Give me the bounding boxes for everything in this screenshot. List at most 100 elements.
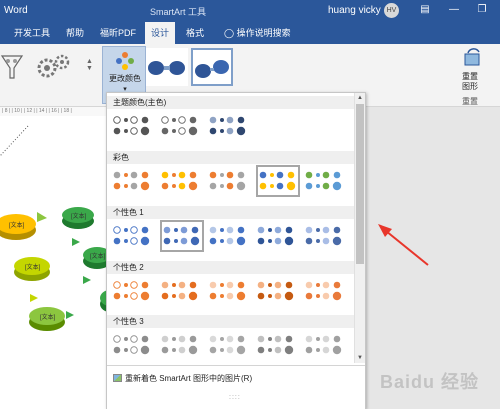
color-option[interactable]	[208, 167, 252, 195]
swatch-dot	[316, 348, 320, 352]
color-option[interactable]	[208, 112, 252, 140]
swatch-dot	[190, 236, 200, 246]
title-bar: Word SmartArt 工具 huang vicky HV ▤ — ❐	[0, 0, 500, 22]
tell-me-box[interactable]: ◯ 操作说明搜索	[218, 22, 297, 44]
swatch-dot	[189, 335, 197, 343]
smartart-node-5[interactable]: [文本]	[83, 247, 111, 269]
color-option-hovered[interactable]	[160, 220, 204, 252]
color-option[interactable]	[256, 277, 300, 305]
swatch-dot	[226, 116, 234, 124]
document-canvas[interactable]: [文本] [文本] [文本] [文本] [文本]	[0, 116, 120, 409]
swatch-dot	[113, 171, 121, 179]
color-option[interactable]	[304, 277, 348, 305]
swatch-dot	[130, 237, 138, 245]
color-option[interactable]	[112, 331, 156, 359]
swatch-dot	[130, 281, 138, 289]
smartart-style-thumb-2[interactable]	[191, 48, 233, 86]
swatch-dot	[178, 292, 186, 300]
smartart-node-2[interactable]: [文本]	[14, 257, 50, 281]
color-option[interactable]	[160, 277, 204, 305]
swatch-dot	[220, 228, 224, 232]
color-option[interactable]	[256, 331, 300, 359]
swatch-dot	[141, 171, 149, 179]
swatch-dot	[305, 335, 313, 343]
swatch-dot	[163, 237, 171, 245]
swatch-dot	[226, 226, 234, 234]
swatch-dot	[188, 291, 198, 301]
swatch-dot	[124, 294, 128, 298]
tab-foxit-pdf[interactable]: 福昕PDF	[94, 22, 142, 44]
swatch-dot	[287, 171, 295, 179]
swatch-dot	[124, 239, 128, 243]
color-option[interactable]	[112, 112, 156, 140]
color-option[interactable]	[208, 222, 252, 250]
smartart-node-4[interactable]: [文本]	[62, 207, 94, 229]
swatch-dot	[172, 283, 176, 287]
tab-format[interactable]: 格式	[180, 22, 210, 44]
layout-gallery-scroll-icon[interactable]: ▲ ▼	[86, 58, 93, 72]
swatch-dot	[226, 346, 234, 354]
color-option[interactable]	[160, 167, 204, 195]
smartart-node-3[interactable]: [文本]	[29, 307, 65, 331]
swatch-dot	[220, 337, 224, 341]
tab-design[interactable]: 设计	[145, 22, 176, 44]
minimize-icon[interactable]: —	[446, 3, 462, 17]
color-option-selected[interactable]	[256, 165, 300, 197]
color-option[interactable]	[208, 331, 252, 359]
color-option[interactable]	[160, 112, 204, 140]
avatar[interactable]: HV	[384, 3, 399, 18]
color-option[interactable]	[256, 222, 300, 250]
swatch-dot	[189, 116, 197, 124]
change-colors-gallery: 主题颜色(主色) 彩色 个性色 1 个性色 2 个性色 3 ▲ ▼ 重新着色 S…	[106, 92, 366, 409]
restore-icon[interactable]: ❐	[474, 3, 490, 17]
gallery-scrollbar[interactable]: ▲ ▼	[354, 93, 365, 363]
swatch-dot	[322, 335, 330, 343]
color-option[interactable]	[112, 167, 156, 195]
swatch-dot	[209, 171, 217, 179]
user-name[interactable]: huang vicky	[328, 5, 381, 16]
ribbon-display-icon[interactable]: ▤	[417, 3, 433, 17]
scroll-down-icon[interactable]: ▼	[355, 353, 365, 363]
swatch-dot	[124, 283, 128, 287]
swatch-dot	[332, 291, 342, 301]
color-option[interactable]	[208, 277, 252, 305]
layout-gear-icon[interactable]	[34, 50, 74, 88]
swatch-dot	[332, 181, 342, 191]
resize-grip-icon[interactable]: ::::	[229, 394, 241, 401]
color-option[interactable]	[304, 331, 348, 359]
swatch-dot	[178, 127, 186, 135]
tab-developer[interactable]: 开发工具	[8, 22, 56, 44]
layout-funnel-icon[interactable]	[0, 52, 24, 84]
swatch-dot	[236, 236, 246, 246]
swatch-dot	[333, 171, 341, 179]
smartart-node-1[interactable]: [文本]	[0, 214, 36, 240]
recolor-pictures-option[interactable]: 重新着色 SmartArt 图形中的图片(R)	[113, 373, 252, 384]
swatch-dot	[163, 226, 171, 234]
color-option[interactable]	[112, 277, 156, 305]
swatch-dot	[113, 346, 121, 354]
smartart-node-2-text: [文本]	[25, 263, 41, 271]
swatch-dot	[268, 228, 272, 232]
swatch-dot	[257, 292, 265, 300]
swatch-dot	[333, 281, 341, 289]
smartart-style-thumb-1[interactable]	[146, 48, 188, 86]
section-header-accent-1: 个性色 1	[107, 206, 355, 219]
row-accent-3	[107, 328, 355, 362]
reset-graphic-icon[interactable]	[462, 48, 484, 70]
swatch-dot	[305, 346, 313, 354]
connector-arrow	[72, 238, 80, 246]
color-option[interactable]	[304, 167, 348, 195]
swatch-dot	[113, 292, 121, 300]
smartart-diagram[interactable]: [文本] [文本] [文本] [文本] [文本]	[0, 116, 120, 409]
swatch-dot	[268, 348, 272, 352]
color-option[interactable]	[160, 331, 204, 359]
tab-help[interactable]: 帮助	[60, 22, 90, 44]
swatch-dot	[172, 294, 176, 298]
scrollbar-thumb[interactable]	[356, 104, 364, 264]
scroll-up-icon[interactable]: ▲	[355, 93, 365, 103]
color-option[interactable]	[304, 222, 348, 250]
color-option[interactable]	[112, 222, 156, 250]
reset-graphic-label-2[interactable]: 图形	[462, 81, 478, 92]
swatch-dot	[209, 127, 217, 135]
swatch-dot	[178, 171, 186, 179]
